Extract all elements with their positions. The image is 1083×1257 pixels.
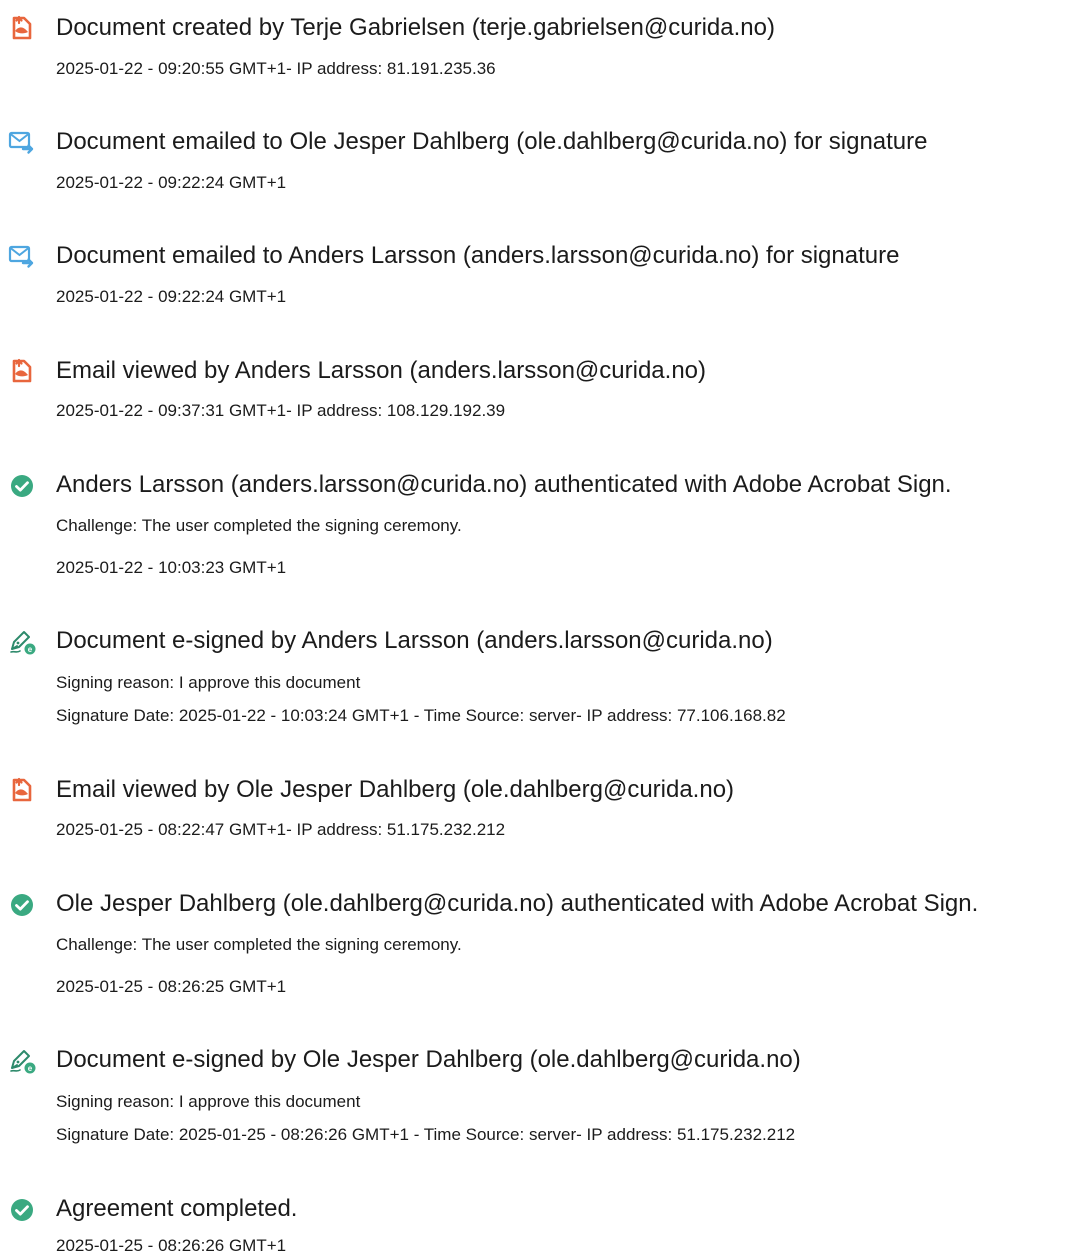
event-detail: 2025-01-25 - 08:26:25 GMT+1 xyxy=(56,977,287,996)
event-detail: Signing reason: I approve this document xyxy=(56,1092,361,1111)
event-title: Agreement completed. xyxy=(56,1195,298,1222)
event-detail: 2025-01-25 - 08:26:26 GMT+1 xyxy=(56,1236,287,1255)
event-title: Document emailed to Ole Jesper Dahlberg … xyxy=(56,128,928,155)
event-detail: 2025-01-22 - 09:37:31 GMT+1- IP address:… xyxy=(56,401,506,420)
event-title: Document e-signed by Ole Jesper Dahlberg… xyxy=(56,1046,801,1073)
event-detail: 2025-01-25 - 08:22:47 GMT+1- IP address:… xyxy=(56,820,506,839)
event-title: Email viewed by Ole Jesper Dahlberg (ole… xyxy=(56,776,735,803)
event-title: Email viewed by Anders Larsson (anders.l… xyxy=(56,357,707,384)
acrobat-document-icon xyxy=(12,15,32,40)
event-detail: 2025-01-22 - 10:03:23 GMT+1 xyxy=(56,558,287,577)
event-title: Document e-signed by Anders Larsson (and… xyxy=(56,627,773,654)
event-detail: Signing reason: I approve this document xyxy=(56,673,361,692)
event-detail: 2025-01-22 - 09:20:55 GMT+1- IP address:… xyxy=(56,59,496,78)
acrobat-document-icon xyxy=(12,358,32,383)
acrobat-document-icon xyxy=(12,777,32,802)
event-detail: Signature Date: 2025-01-25 - 08:26:26 GM… xyxy=(56,1125,796,1144)
event-detail: Signature Date: 2025-01-22 - 10:03:24 GM… xyxy=(56,706,786,725)
email-sent-icon xyxy=(8,131,34,154)
check-circle-icon xyxy=(11,1199,33,1221)
pen-signature-icon: e xyxy=(10,631,36,655)
event-title: Document emailed to Anders Larsson (ande… xyxy=(56,242,900,269)
event-title: Anders Larsson (anders.larsson@curida.no… xyxy=(56,471,952,498)
event-title: Ole Jesper Dahlberg (ole.dahlberg@curida… xyxy=(56,890,979,917)
event-detail: Challenge: The user completed the signin… xyxy=(56,935,462,954)
pen-signature-icon: e xyxy=(10,1050,36,1074)
svg-text:e: e xyxy=(28,1064,33,1073)
email-sent-icon xyxy=(8,245,34,268)
event-detail: 2025-01-22 - 09:22:24 GMT+1 xyxy=(56,287,287,306)
event-detail: Challenge: The user completed the signin… xyxy=(56,516,462,535)
event-detail: 2025-01-22 - 09:22:24 GMT+1 xyxy=(56,173,287,192)
svg-text:e: e xyxy=(28,645,33,654)
check-circle-icon xyxy=(11,894,33,916)
check-circle-icon xyxy=(11,475,33,497)
event-title: Document created by Terje Gabrielsen (te… xyxy=(56,14,775,41)
